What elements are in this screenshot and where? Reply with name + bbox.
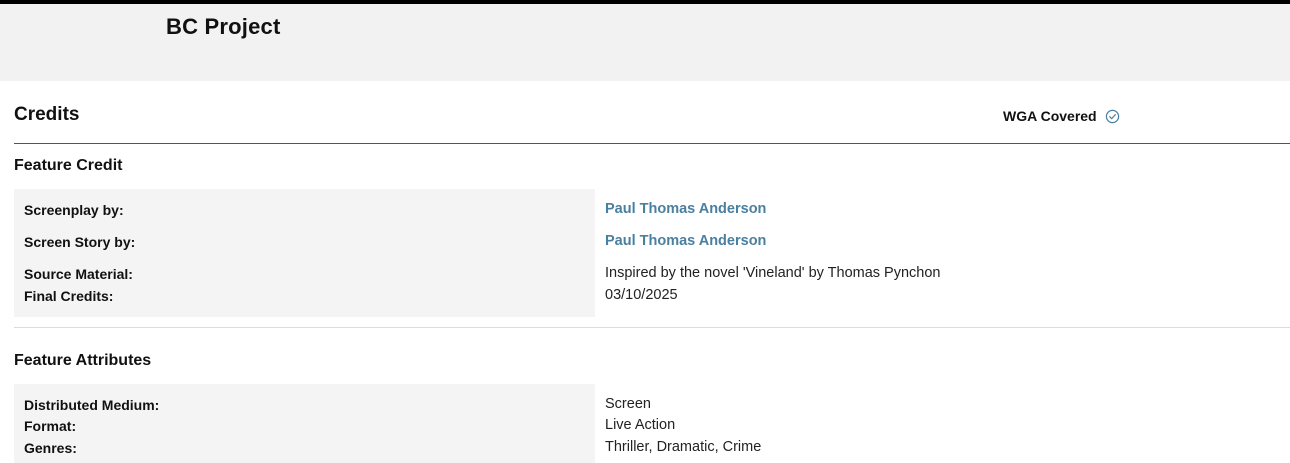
source-material-label: Source Material:: [24, 266, 133, 282]
genres-label: Genres:: [24, 440, 77, 456]
final-credits-value: 03/10/2025: [605, 287, 678, 303]
project-title: BC Project: [166, 14, 281, 39]
section-divider: [14, 327, 1290, 328]
distributed-medium-value: Screen: [605, 396, 651, 412]
distributed-medium-label: Distributed Medium:: [24, 397, 160, 413]
format-value: Live Action: [605, 417, 676, 433]
check-circle-icon: [1105, 109, 1119, 123]
final-credits-label: Final Credits:: [24, 288, 114, 304]
screenplay-value-link[interactable]: Paul Thomas Anderson: [605, 201, 766, 217]
screen-story-label: Screen Story by:: [24, 234, 136, 250]
feature-attributes-heading: Feature Attributes: [14, 352, 152, 369]
credits-divider: [14, 143, 1290, 144]
format-label: Format:: [24, 418, 77, 434]
screen-story-value-link[interactable]: Paul Thomas Anderson: [605, 233, 766, 249]
wga-status: WGA Covered: [1003, 108, 1120, 124]
feature-credit-heading: Feature Credit: [14, 157, 123, 174]
feature-attributes-label-panel: [14, 384, 595, 463]
source-material-value: Inspired by the novel 'Vineland' by Thom…: [605, 265, 941, 281]
page-header: BC Project: [0, 4, 1290, 81]
genres-value: Thriller, Dramatic, Crime: [605, 439, 762, 455]
wga-label: WGA Covered: [1003, 108, 1097, 124]
screenplay-label: Screenplay by:: [24, 202, 124, 218]
credits-heading: Credits: [14, 104, 80, 125]
